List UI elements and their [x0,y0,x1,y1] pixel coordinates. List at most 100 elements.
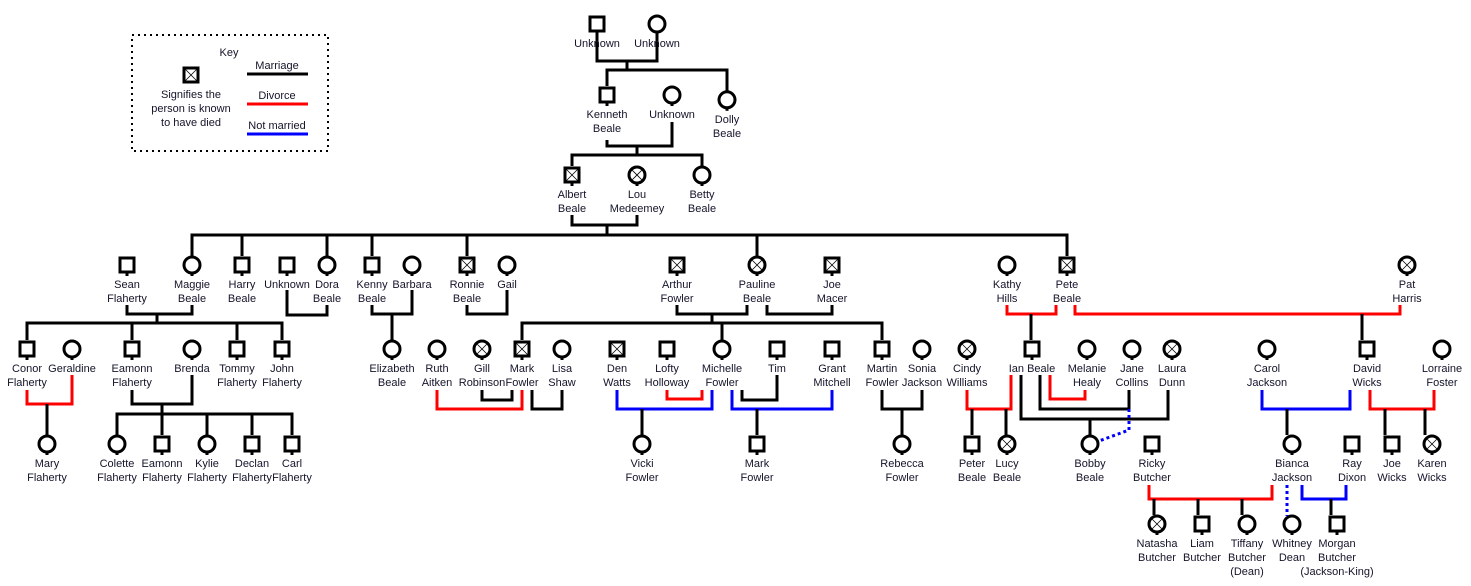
person-node[interactable]: Laura Dunn [1158,339,1187,389]
person-node[interactable]: Mark Fowler [505,340,539,389]
person-node[interactable]: Sonia Jackson [902,339,942,389]
person-node[interactable]: Betty Beale [688,165,716,215]
person-node[interactable]: Carl Flaherty [272,435,312,484]
person-node[interactable]: Joe Macer [817,256,848,305]
person-node[interactable]: Albert Beale [558,166,587,215]
person-node[interactable]: Harry Beale [228,256,256,305]
person-node[interactable]: Karen Wicks [1417,434,1447,484]
person-node[interactable]: Lofty Holloway [645,340,690,389]
person-node[interactable]: Brenda [174,339,211,375]
marriage-line [480,390,514,402]
person-name: Tiffany [1231,538,1264,550]
person-name: Wicks [1417,472,1447,484]
person-node[interactable]: Pete Beale [1053,256,1081,305]
key-not-married-label: Not married [248,120,305,132]
person-node[interactable]: Declan Flaherty [232,435,272,484]
person-node[interactable]: Natasha Butcher [1137,514,1179,564]
person-node[interactable]: Peter Beale [958,435,986,484]
person-node[interactable]: Michelle Fowler [702,339,742,389]
person-node[interactable]: Lou Medeemey [610,165,665,215]
person-node[interactable]: David Wicks [1352,340,1382,389]
female-circle-icon [317,255,337,275]
person-node[interactable]: Joe Wicks [1377,435,1407,484]
person-node[interactable]: Maggie Beale [174,255,210,305]
male-square-icon [748,435,766,453]
female-circle-icon [1282,434,1302,454]
person-node[interactable]: Mark Fowler [740,435,774,484]
person-name: Ray [1342,458,1362,470]
person-node[interactable]: Kathy Hills [993,255,1022,305]
person-node[interactable]: Unknown [264,256,310,291]
person-node[interactable]: Bianca Jackson [1272,434,1312,484]
person-node[interactable]: Sean Flaherty [107,256,147,305]
person-node[interactable]: Gill Robinson [459,339,505,389]
person-node[interactable]: Pauline Beale [739,255,776,305]
person-node[interactable]: Unknown [649,85,695,121]
divorce-line [1147,485,1274,501]
person-name: Dunn [1159,377,1185,389]
person-name: Beale [713,128,741,140]
person-node[interactable]: Tommy Flaherty [217,340,257,389]
female-circle-icon [402,255,422,275]
person-node[interactable]: Geraldine [48,339,96,375]
person-node[interactable]: Elizabeth Beale [369,339,415,389]
person-node[interactable]: Ronnie Beale [450,256,485,305]
person-node[interactable]: Kenny Beale [356,256,388,305]
person-node[interactable]: Vicki Fowler [625,434,659,484]
divorce-line [1368,390,1436,411]
person-node[interactable]: Barbara [392,255,432,291]
marriage-line [740,375,779,402]
person-node[interactable]: Mary Flaherty [27,434,67,484]
person-node[interactable]: Whitney Dean [1272,514,1312,564]
person-node[interactable]: Jane Collins [1115,339,1149,389]
person-node[interactable]: Ricky Butcher [1133,435,1171,484]
person-name: Hills [997,293,1018,305]
person-node[interactable]: Dora Beale [313,255,341,305]
person-node[interactable]: Pat Harris [1392,255,1422,305]
person-node[interactable]: Kylie Flaherty [187,434,227,484]
person-node[interactable]: Melanie Healy [1068,339,1107,389]
person-node[interactable]: Tim [768,340,786,375]
divorce-line [1073,305,1402,316]
person-node[interactable]: John Flaherty [262,340,302,389]
person-node[interactable]: Eamonn Flaherty [142,435,183,484]
person-node[interactable]: Lucy Beale [993,434,1021,484]
person-node[interactable]: Den Watts [603,340,631,389]
person-name: Beale [313,293,341,305]
person-node[interactable]: Lorraine Foster [1422,339,1462,389]
person-node[interactable]: Gail [497,255,517,291]
person-node[interactable]: Conor Flaherty [7,340,47,389]
person-name: Harry [229,279,256,291]
not-married-line [1098,409,1131,443]
person-node[interactable]: Dolly Beale [713,90,741,140]
person-name: Cindy [953,363,982,375]
person-name: Tim [768,363,786,375]
person-node[interactable]: Unknown [574,15,620,50]
person-node[interactable]: Carol Jackson [1247,339,1287,389]
person-node[interactable]: Kenneth Beale [587,86,628,135]
female-circle-icon [37,434,57,454]
person-name: Kenny [356,279,388,291]
person-node[interactable]: Bobby Beale [1074,434,1106,484]
person-node[interactable]: Cindy Williams [947,339,988,389]
person-node[interactable]: Unknown [634,14,680,50]
person-node[interactable]: Arthur Fowler [660,256,694,305]
person-node[interactable]: Colette Flaherty [97,434,137,484]
person-node[interactable]: Ian Beale [1009,340,1055,375]
person-node[interactable]: Eamonn Flaherty [112,340,153,389]
person-name: Flaherty [142,472,182,484]
male-square-icon [588,15,606,33]
person-node[interactable]: Ray Dixon [1338,435,1366,484]
person-name: Sean [114,279,140,291]
person-name: Beale [378,377,406,389]
person-node[interactable]: Liam Butcher [1183,515,1221,564]
person-node[interactable]: Grant Mitchell [813,340,851,389]
person-node[interactable]: Rebecca Fowler [880,434,925,484]
person-node[interactable]: Martin Fowler [865,340,899,389]
deceased-symbol-icon [182,66,200,84]
person-node[interactable]: Lisa Shaw [548,339,576,389]
person-node[interactable]: Tiffany Butcher (Dean) [1228,514,1266,578]
person-node[interactable]: Ruth Aitken [422,339,453,389]
person-name: Beale [228,293,256,305]
person-name: Liam [1190,538,1214,550]
